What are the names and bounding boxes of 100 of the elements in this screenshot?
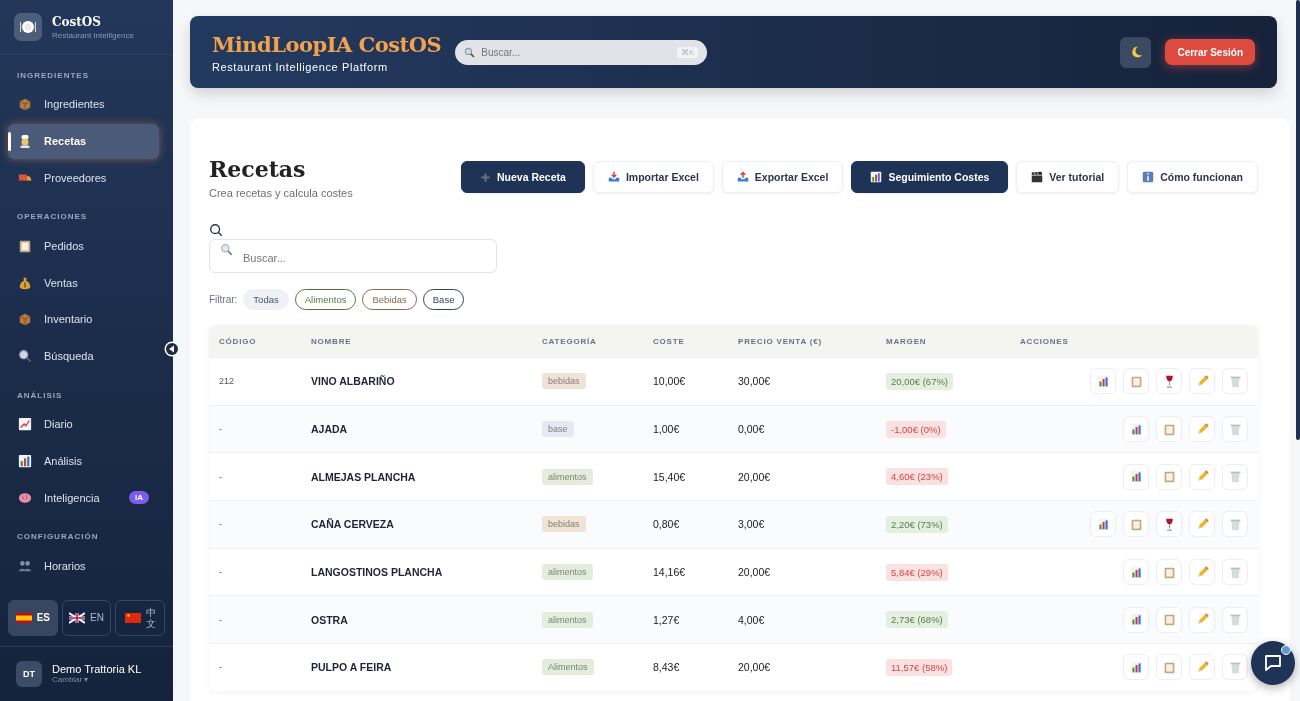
pencil-icon <box>1195 422 1209 436</box>
category-tag: Alimentos <box>542 659 594 676</box>
bar-chart-icon <box>1129 470 1143 484</box>
money-bag-icon <box>18 275 32 290</box>
category-tag: bebidas <box>542 516 586 533</box>
pencil-icon <box>1195 470 1209 484</box>
line-chart-icon <box>18 417 32 432</box>
plus-icon <box>480 171 491 183</box>
nav-item[interactable]: Búsqueda <box>8 338 159 374</box>
nav-item[interactable]: Pedidos <box>8 228 159 264</box>
bar-chart-icon <box>1129 565 1143 579</box>
column-header: ACCIONES <box>1020 336 1070 346</box>
filter-chip[interactable]: Bebidas <box>362 289 417 310</box>
scrollbar[interactable] <box>1296 0 1300 440</box>
action-button[interactable]: Exportar Excel <box>721 161 844 193</box>
row-action-button[interactable] <box>1090 511 1116 538</box>
column-header: COSTE <box>653 336 686 346</box>
recipe-name: AJADA <box>311 423 349 436</box>
nav-item[interactable]: Horarios <box>8 548 159 583</box>
trash-icon <box>1228 660 1242 674</box>
filter-chip[interactable]: Alimentos <box>294 289 357 310</box>
action-button[interactable]: Seguimiento Costes <box>851 161 1009 193</box>
margin-tag: 4,60€ (23%) <box>886 468 948 486</box>
pencil-icon <box>1195 660 1209 674</box>
collapse-sidebar-icon[interactable] <box>164 341 180 357</box>
nav-item[interactable]: Inventario <box>8 302 159 337</box>
row-action-button[interactable] <box>1123 559 1149 586</box>
table-cell-text: 30,00€ <box>738 375 772 388</box>
action-button[interactable]: Importar Excel <box>592 161 714 193</box>
margin-tag: 5,84€ (29%) <box>886 563 948 581</box>
table-cell-text: 10,00€ <box>653 375 687 388</box>
outbox-tray-icon <box>736 171 749 183</box>
row-action-button[interactable] <box>1156 511 1182 538</box>
search-icon <box>209 223 223 237</box>
category-tag: bebidas <box>542 373 586 390</box>
app-title: MindLoopIA CostOS <box>212 31 442 57</box>
action-button[interactable]: Cómo funcionan <box>1127 161 1258 193</box>
box-icon <box>18 97 32 112</box>
filter-label: Filtrar: <box>209 294 238 305</box>
nav-item[interactable]: Ventas <box>8 265 159 301</box>
logout-button[interactable]: Cerrar Sesión <box>1165 39 1255 65</box>
brand-name: CostOS <box>52 14 102 29</box>
column-header: NOMBRE <box>311 336 353 346</box>
trash-icon <box>1228 613 1242 627</box>
brain-icon <box>18 490 32 505</box>
box-icon <box>18 312 32 327</box>
column-header: CATEGORÍA <box>542 336 598 346</box>
filter-chip[interactable]: Base <box>422 289 465 310</box>
table-cell-text: 20,00€ <box>738 661 772 674</box>
people-icon <box>18 558 32 573</box>
row-action-button[interactable] <box>1156 368 1182 395</box>
column-header: CÓDIGO <box>219 336 258 346</box>
category-tag: alimentos <box>542 468 593 485</box>
language-button[interactable]: ES <box>8 599 58 636</box>
pencil-icon <box>1195 517 1209 531</box>
table-cell-text: - <box>219 471 223 482</box>
section-title: CONFIGURACIÓN <box>16 531 100 544</box>
language-button[interactable]: EN <box>61 599 112 636</box>
bar-chart-icon <box>1096 517 1110 531</box>
nav-item[interactable]: Proveedores <box>8 160 159 196</box>
table-cell-text: 3,00€ <box>738 518 766 531</box>
nav-item[interactable]: Análisis <box>8 443 159 479</box>
action-button[interactable]: Ver tutorial <box>1016 161 1120 193</box>
language-button[interactable]: 中文 <box>115 599 165 636</box>
margin-tag: -1,00€ (0%) <box>886 420 946 438</box>
brand-tagline: Restaurant Intelligence <box>52 30 134 40</box>
inbox-tray-icon <box>607 171 620 183</box>
row-action-button[interactable] <box>1123 654 1149 681</box>
table-cell-text: 8,43€ <box>653 661 681 674</box>
table-cell-text: 4,00€ <box>738 613 766 626</box>
filter-chip[interactable]: Todas <box>243 289 289 310</box>
table-cell-text: 20,00€ <box>738 566 772 579</box>
category-tag: alimentos <box>542 564 593 581</box>
nav-item[interactable]: Inteligencia IA <box>8 480 159 516</box>
search-input[interactable]: Buscar... <box>479 45 673 59</box>
action-button[interactable]: Nueva Receta <box>461 161 585 193</box>
section-title: INGREDIENTES <box>16 70 90 82</box>
nav-item[interactable]: Diario <box>8 406 159 442</box>
pencil-icon <box>1195 565 1209 579</box>
search-icon <box>464 46 476 58</box>
nav-item[interactable]: Ingredientes <box>8 87 159 122</box>
search-field[interactable]: Buscar... <box>209 239 497 273</box>
clapperboard-icon <box>1031 171 1044 183</box>
flag-icon <box>69 609 86 626</box>
column-header: PRECIO VENTA (€) <box>738 336 823 346</box>
nav-item[interactable]: Recetas <box>8 123 159 159</box>
row-action-button[interactable] <box>1123 416 1149 443</box>
table-cell-text: - <box>219 567 223 578</box>
page-subtitle: Crea recetas y calcula costes <box>209 187 353 199</box>
pencil-icon <box>1195 613 1209 627</box>
category-tag: alimentos <box>542 611 593 628</box>
table-cell-text: 212 <box>219 376 236 387</box>
margin-tag: 11,57€ (58%) <box>886 658 953 676</box>
row-action-button[interactable] <box>1123 463 1149 490</box>
ai-badge: IA <box>129 491 149 505</box>
row-action-button[interactable] <box>1123 606 1149 633</box>
theme-toggle-button[interactable] <box>1120 36 1152 68</box>
margin-tag: 2,73€ (68%) <box>886 611 948 629</box>
row-action-button[interactable] <box>1090 368 1116 395</box>
switch-account-link[interactable]: Cambiar ▾ <box>52 675 142 685</box>
